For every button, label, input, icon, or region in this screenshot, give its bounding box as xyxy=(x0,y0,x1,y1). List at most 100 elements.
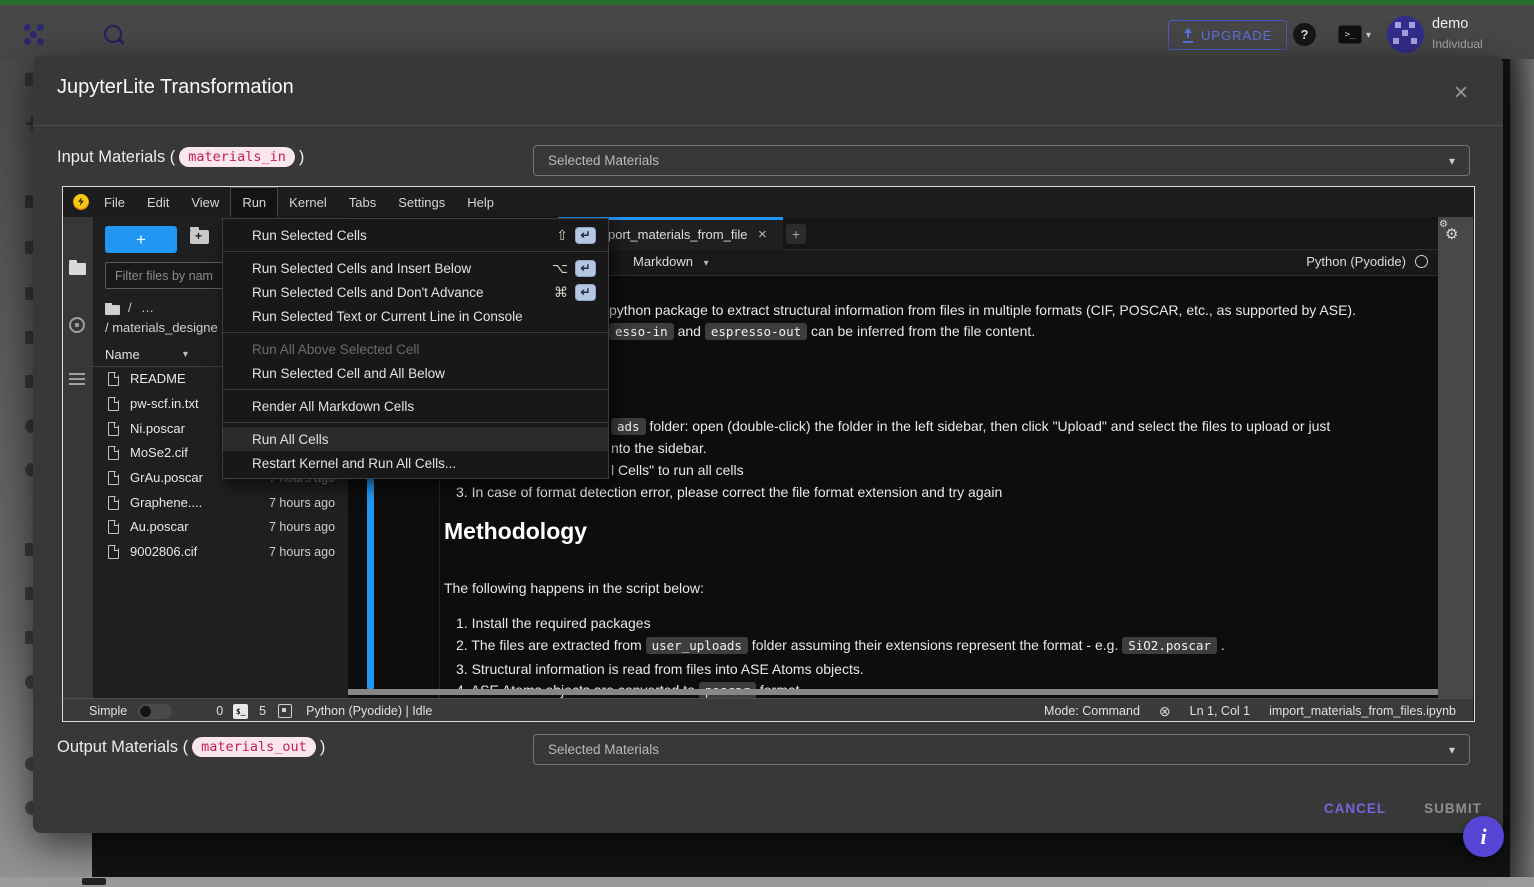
sort-caret-icon: ▼ xyxy=(181,349,190,359)
file-row[interactable]: 9002806.cif 7 hours ago xyxy=(93,541,348,565)
markdown-line: esso-in and espresso-out can be inferred… xyxy=(609,323,1035,339)
cancel-button[interactable]: CANCEL xyxy=(1310,792,1400,824)
file-name: Graphene.... xyxy=(130,495,202,510)
jupyterlite-transformation-dialog: JupyterLite Transformation × Input Mater… xyxy=(33,56,1503,833)
menu-item-run-cell-and-below[interactable]: Run Selected Cell and All Below xyxy=(223,361,608,385)
breadcrumb-path[interactable]: / materials_designe xyxy=(105,320,218,335)
notebook-tab-label: port_materials_from_file xyxy=(608,227,747,242)
terminal-icon[interactable]: $_ xyxy=(233,704,248,719)
menu-separator xyxy=(223,251,608,252)
methodology-heading: Methodology xyxy=(444,518,587,545)
menu-item-run-all-cells[interactable]: Run All Cells xyxy=(223,427,608,451)
file-name: 9002806.cif xyxy=(130,544,197,559)
running-kernels-icon[interactable] xyxy=(69,317,85,333)
file-row[interactable]: Au.poscar 7 hours ago xyxy=(93,516,348,540)
file-name: pw-scf.in.txt xyxy=(130,396,199,411)
statusbar-filename: import_materials_from_files.ipynb xyxy=(1269,704,1456,718)
output-materials-select[interactable]: Selected Materials ▾ xyxy=(533,734,1470,765)
breadcrumb-ellipsis[interactable]: … xyxy=(141,300,155,315)
info-fab[interactable]: i xyxy=(1463,816,1504,857)
menu-tabs[interactable]: Tabs xyxy=(338,187,387,217)
upgrade-button[interactable]: UPGRADE xyxy=(1168,20,1287,50)
user-plan: Individual xyxy=(1432,37,1483,51)
simple-mode-toggle[interactable] xyxy=(138,704,172,719)
menu-separator xyxy=(223,389,608,390)
menu-run[interactable]: Run xyxy=(230,187,278,217)
console-caret-icon[interactable]: ▾ xyxy=(1366,30,1371,41)
menu-item-run-insert-below[interactable]: Run Selected Cells and Insert Below ⌥↵ xyxy=(223,256,608,280)
files-header-name: Name xyxy=(105,347,140,362)
cell-type-value: Markdown xyxy=(633,254,693,269)
menu-separator xyxy=(223,332,608,333)
user-name: demo xyxy=(1432,16,1468,32)
markdown-line: python package to extract structural inf… xyxy=(609,302,1356,318)
chevron-down-icon: ▾ xyxy=(1449,743,1455,757)
shift-key-icon: ⇧ xyxy=(556,227,568,244)
trust-shield-icon[interactable]: ⊗ xyxy=(1159,703,1171,720)
menu-item-run-dont-advance[interactable]: Run Selected Cells and Don't Advance ⌘↵ xyxy=(223,280,608,304)
output-select-value: Selected Materials xyxy=(548,742,659,757)
bottom-bar xyxy=(0,877,1534,887)
input-materials-select[interactable]: Selected Materials ▾ xyxy=(533,145,1470,176)
table-of-contents-icon[interactable] xyxy=(69,373,85,385)
menu-edit[interactable]: Edit xyxy=(136,187,180,217)
inline-code: espresso-out xyxy=(705,323,807,340)
menu-kernel[interactable]: Kernel xyxy=(278,187,338,217)
kernel-name[interactable]: Python (Pyodide) xyxy=(1306,254,1406,269)
help-icon[interactable]: ? xyxy=(1293,23,1316,46)
output-materials-label: Output Materials ( materials_out ) xyxy=(57,737,325,757)
cursor-position[interactable]: Ln 1, Col 1 xyxy=(1190,704,1250,718)
file-browser-icon[interactable] xyxy=(69,263,86,275)
search-icon[interactable] xyxy=(104,25,122,43)
input-materials-label: Input Materials ( materials_in ) xyxy=(57,147,304,167)
property-inspector-gears-icon[interactable]: ⚙⚙ xyxy=(1445,225,1458,243)
tab-close-icon[interactable]: × xyxy=(758,226,767,243)
kernel-status-text[interactable]: Python (Pyodide) | Idle xyxy=(306,704,432,718)
menu-item-restart-and-run-all[interactable]: Restart Kernel and Run All Cells... xyxy=(223,451,608,475)
markdown-line: ads folder: open (double-click) the fold… xyxy=(611,418,1330,434)
file-modified: 7 hours ago xyxy=(269,496,335,510)
breadcrumb-home-icon[interactable] xyxy=(105,305,120,315)
simple-mode-label: Simple xyxy=(89,704,127,718)
menu-item-run-all-above: Run All Above Selected Cell xyxy=(223,337,608,361)
cell-type-dropdown[interactable]: Markdown ▾ xyxy=(633,254,709,269)
input-materials-chip: materials_in xyxy=(179,147,295,167)
app-logo[interactable] xyxy=(24,24,46,46)
markdown-list-item: 3. Structural information is read from f… xyxy=(456,661,864,677)
new-launcher-button[interactable]: + xyxy=(105,226,177,253)
markdown-line: l Cells" to run all cells xyxy=(611,462,744,478)
markdown-line: nto the sidebar. xyxy=(611,440,707,456)
file-name: Ni.poscar xyxy=(130,421,185,436)
kernel-status-icon[interactable] xyxy=(1415,255,1428,268)
menu-settings[interactable]: Settings xyxy=(387,187,456,217)
horizontal-scrollbar[interactable] xyxy=(348,689,1438,695)
mode-indicator[interactable]: Mode: Command xyxy=(1044,704,1140,718)
close-icon[interactable]: × xyxy=(1447,80,1475,108)
new-folder-icon[interactable] xyxy=(190,230,209,244)
menu-item-run-text-in-console[interactable]: Run Selected Text or Current Line in Con… xyxy=(223,304,608,328)
file-modified: 7 hours ago xyxy=(269,520,335,534)
divider xyxy=(33,125,1503,126)
avatar[interactable] xyxy=(1387,16,1424,53)
command-key-icon: ⌘ xyxy=(554,284,568,301)
file-row[interactable]: Graphene.... 7 hours ago xyxy=(93,492,348,516)
markdown-list-item: 2. The files are extracted from user_upl… xyxy=(456,637,1225,653)
enter-key-icon: ↵ xyxy=(575,284,596,301)
file-icon xyxy=(108,520,119,534)
file-icon xyxy=(108,496,119,510)
menu-item-render-all-markdown[interactable]: Render All Markdown Cells xyxy=(223,394,608,418)
console-icon[interactable]: >_ xyxy=(1338,25,1362,44)
menu-item-run-selected-cells[interactable]: Run Selected Cells ⇧↵ xyxy=(223,223,608,247)
jupyterlite-logo xyxy=(73,194,89,210)
menu-file[interactable]: File xyxy=(93,187,136,217)
menu-view[interactable]: View xyxy=(180,187,230,217)
option-key-icon: ⌥ xyxy=(552,260,568,277)
chevron-down-icon: ▾ xyxy=(704,258,709,269)
kernels-count: 5 xyxy=(259,704,266,718)
dialog-title: JupyterLite Transformation xyxy=(57,76,294,99)
menu-help[interactable]: Help xyxy=(456,187,505,217)
jupyter-activity-bar xyxy=(63,217,93,698)
kernel-chip-icon[interactable] xyxy=(278,704,292,718)
markdown-line: The following happens in the script belo… xyxy=(444,580,704,596)
new-tab-button[interactable]: + xyxy=(786,224,806,244)
